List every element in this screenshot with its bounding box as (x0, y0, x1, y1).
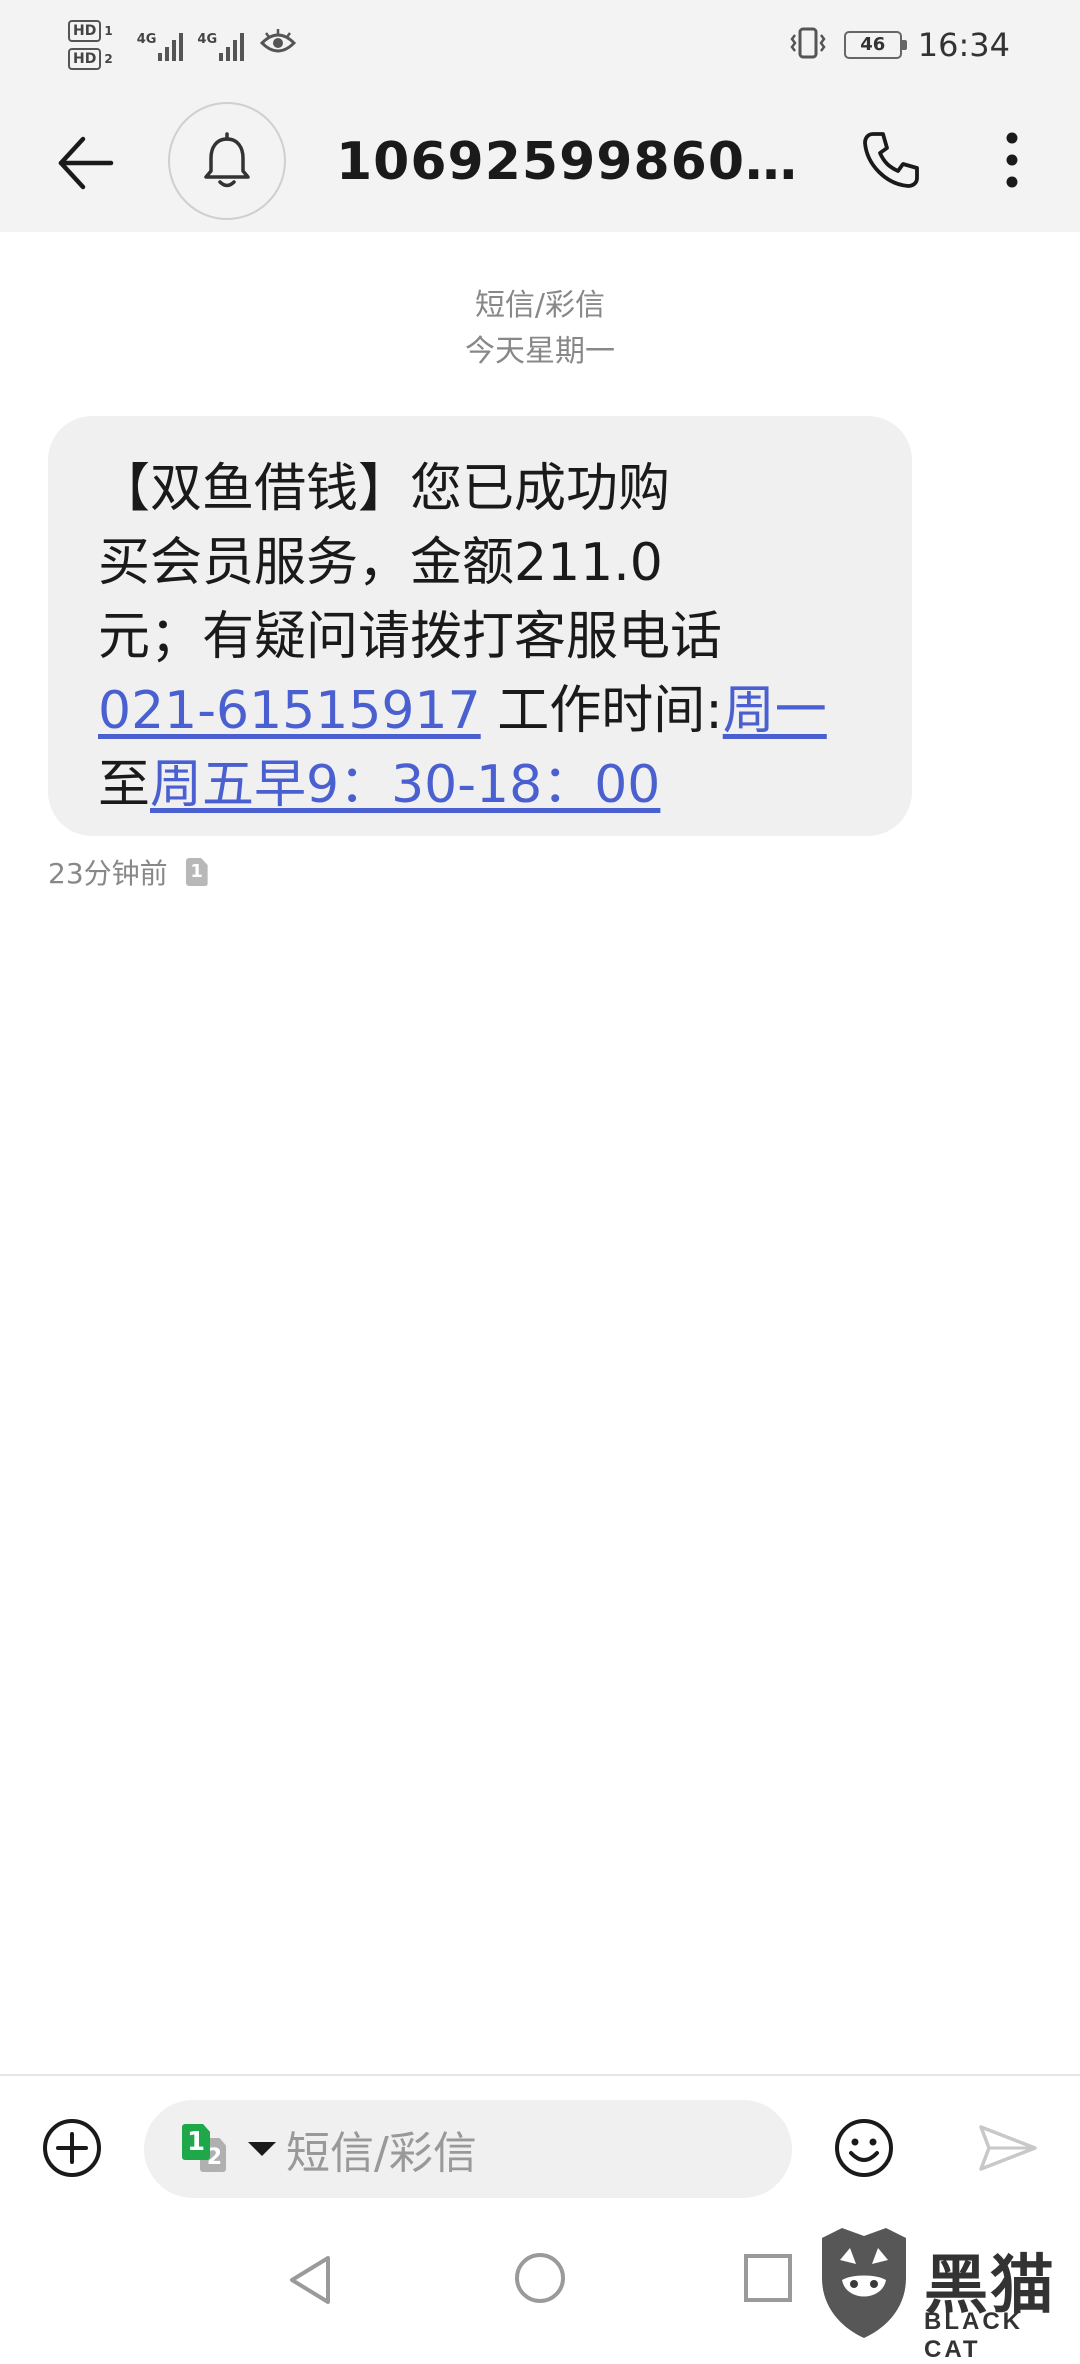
nav-back-icon[interactable] (284, 2252, 340, 2308)
signal-bars-icon (219, 29, 245, 61)
back-arrow-icon (58, 136, 114, 190)
hd-index: 1 (104, 24, 113, 38)
hd-label: HD (68, 20, 102, 42)
hd-sim2: HD 2 (68, 48, 113, 70)
battery-icon: 46 (843, 31, 907, 59)
to-label: 至 (98, 755, 151, 815)
chevron-down-icon[interactable] (248, 2142, 276, 2156)
clock: 16:34 (917, 26, 1010, 64)
signal-bars-icon (158, 29, 184, 61)
message-line: 买会员服务，金额211.0 (98, 533, 663, 593)
sim-selector-button[interactable]: 2 1 (182, 2124, 238, 2174)
hd-label: HD (68, 48, 102, 70)
black-cat-logo-icon (822, 2228, 906, 2338)
phone-icon (863, 132, 919, 188)
network-type: 4G (197, 32, 218, 47)
more-options-button[interactable] (990, 122, 1034, 198)
vibrate-icon (788, 26, 828, 64)
add-circle-icon (43, 2119, 101, 2177)
status-left: HD 1 HD 2 4G 4G (68, 12, 297, 78)
message-line: 至周五早9：30-18：00 (98, 748, 862, 822)
date-separator: 今天星期一 (465, 334, 615, 369)
channel-label: 短信/彩信 (474, 288, 606, 323)
composer-bar: 2 1 短信/彩信 (0, 2074, 1080, 2220)
notification-toggle-button[interactable] (168, 102, 286, 220)
hd-index: 2 (104, 52, 113, 66)
back-button[interactable] (50, 128, 120, 198)
hd-indicators: HD 1 HD 2 (68, 20, 113, 70)
conversation-header: 10692599860501… (0, 90, 1080, 232)
more-vert-icon (1006, 132, 1018, 188)
signal-sim1: 4G (137, 29, 184, 61)
status-right: 46 16:34 (788, 18, 1010, 72)
message-bubble[interactable]: 【双鱼借钱】您已成功购 买会员服务，金额211.0 元；有疑问请拨打客服电话 0… (48, 416, 912, 836)
status-bar: HD 1 HD 2 4G 4G 46 16:34 (0, 0, 1080, 90)
eye-comfort-icon (260, 29, 297, 61)
emoji-button[interactable] (832, 2116, 896, 2180)
attach-button[interactable] (40, 2116, 104, 2180)
hours-label: 工作时间: (480, 681, 723, 741)
message-input[interactable]: 2 1 短信/彩信 (144, 2100, 792, 2198)
bell-icon (204, 132, 250, 188)
send-icon (979, 2125, 1037, 2171)
call-button[interactable] (855, 124, 927, 196)
smiley-icon (835, 2119, 893, 2177)
input-placeholder: 短信/彩信 (286, 2128, 477, 2179)
date-link-monday[interactable]: 周一 (723, 681, 827, 741)
message-line: 【双鱼借钱】您已成功购 (98, 459, 671, 519)
nav-home-icon[interactable] (512, 2250, 568, 2306)
hd-sim1: HD 1 (68, 20, 113, 42)
message-time: 23分钟前 (48, 857, 168, 890)
sim-card-icon: 1 (185, 858, 208, 886)
message-line: 元；有疑问请拨打客服电话 (98, 607, 723, 667)
date-link-friday[interactable]: 周五早9：30-18：00 (150, 755, 660, 815)
message-meta: 23分钟前 1 (48, 852, 208, 892)
watermark: 黑猫 BLACK CAT (806, 2220, 1080, 2363)
phone-number-link[interactable]: 021-61515917 (98, 681, 481, 741)
sim1-icon: 1 (182, 2124, 210, 2160)
network-type: 4G (136, 32, 157, 47)
message-line: 021-61515917 工作时间:周一 (98, 674, 862, 748)
send-button[interactable] (976, 2120, 1040, 2176)
signal-sim2: 4G (197, 29, 245, 61)
watermark-en: BLACK CAT (924, 2308, 1023, 2363)
nav-recents-icon[interactable] (742, 2252, 794, 2304)
contact-number[interactable]: 10692599860501… (336, 130, 816, 194)
